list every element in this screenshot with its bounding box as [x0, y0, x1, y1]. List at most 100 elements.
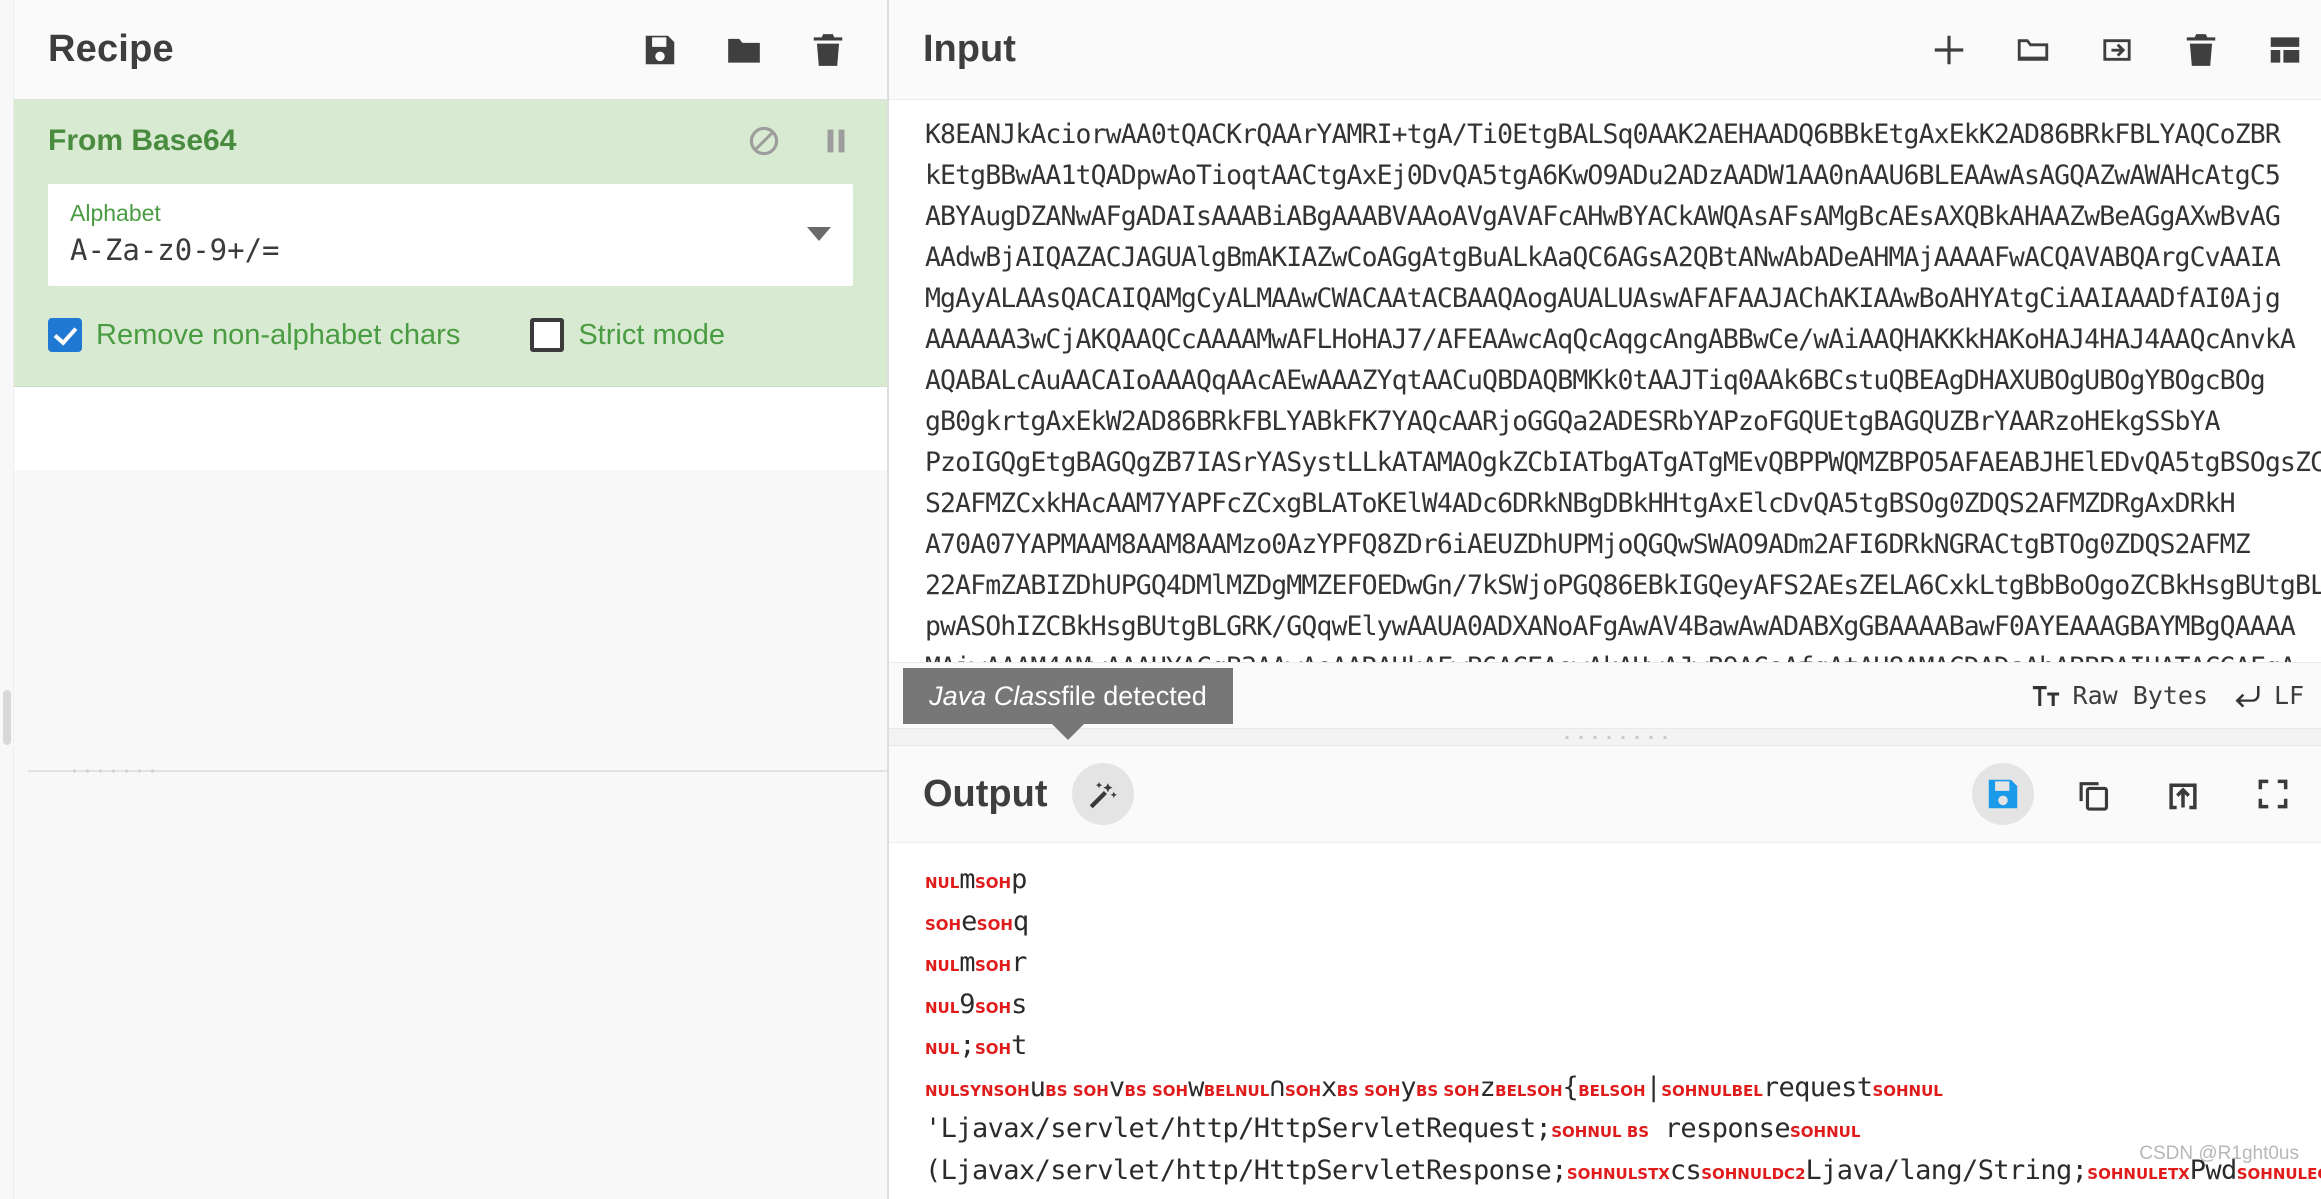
copy-output-icon[interactable] — [2062, 763, 2124, 825]
output-text: v — [1108, 1071, 1125, 1103]
output-line: (Ljavax/servlet/http/HttpServletResponse… — [925, 1152, 2321, 1199]
output-text: cs — [1669, 1154, 1702, 1186]
output-text: x — [1321, 1071, 1337, 1103]
operation-name: From Base64 — [48, 124, 237, 157]
control-char-badge: NUL — [925, 1040, 960, 1058]
alphabet-argument-inner: Alphabet A-Za-z0-9+/= — [70, 198, 795, 270]
output-textarea[interactable]: NULmSOHp SOHeSOHq NULmSOHr NUL9SOHs NUL;SOHt… — [889, 842, 2321, 1199]
output-text: (Ljavax/servlet/http/HttpServletResponse… — [925, 1154, 1567, 1186]
control-char-badge: SOHNUL BS — [1551, 1123, 1650, 1141]
output-content[interactable]: NULmSOHp SOHeSOHq NULmSOHr NUL9SOHs NUL;SOHt… — [889, 843, 2321, 1199]
load-recipe-icon[interactable] — [725, 31, 763, 69]
output-text: u — [1029, 1071, 1046, 1103]
bake-to-input-icon[interactable] — [2152, 763, 2214, 825]
open-folder-icon[interactable] — [2014, 31, 2052, 69]
output-text: Ljava/lang/String; — [1805, 1154, 2088, 1186]
control-char-badge: BELSOH — [1495, 1081, 1563, 1100]
operation-checkboxes: Remove non-alphabet chars Strict mode — [48, 318, 853, 353]
remove-non-alphabet-chars-label: Remove non-alphabet chars — [96, 318, 461, 351]
watermark: CSDN @R1ght0us — [2139, 1143, 2299, 1164]
open-input-icon[interactable] — [2098, 31, 2136, 69]
control-char-badge: BELSOH — [1578, 1081, 1646, 1100]
strict-mode-checkbox[interactable]: Strict mode — [530, 318, 725, 353]
output-text: r — [1011, 947, 1027, 978]
control-char-badge: NUL — [925, 957, 960, 975]
input-content[interactable]: K8EANJkAciorwAA0tQACKrQAArYAMRI+tgA/Ti0E… — [889, 100, 2321, 662]
input-line-ending[interactable]: LF — [2232, 681, 2304, 711]
control-char-badge: BS SOH — [1415, 1081, 1480, 1100]
input-tabs-layout-icon[interactable] — [2266, 31, 2304, 69]
output-line: SOHeSOHq — [925, 903, 2321, 945]
recipe-header-icons — [641, 31, 847, 69]
file-type-tooltip: Java Class file detected — [903, 668, 1233, 724]
control-char-badge: NUL — [925, 998, 960, 1017]
add-input-icon[interactable] — [1930, 31, 1968, 69]
remove-non-alphabet-chars-checkbox[interactable]: Remove non-alphabet chars — [48, 318, 461, 353]
control-char-badge: SOH — [974, 998, 1012, 1017]
control-char-badge: SOH — [974, 874, 1012, 892]
save-recipe-icon[interactable] — [641, 31, 679, 69]
control-char-badge: BS SOH — [1124, 1081, 1189, 1100]
text-size-icon — [2031, 681, 2061, 711]
save-output-icon[interactable] — [1972, 763, 2035, 825]
maximise-output-icon[interactable] — [2242, 763, 2304, 825]
page-scroll-rail[interactable] — [0, 0, 14, 1199]
clear-input-icon[interactable] — [2182, 31, 2220, 69]
chevron-down-icon[interactable] — [807, 227, 831, 242]
recipe-splitter-grip[interactable] — [68, 767, 158, 775]
output-text: request — [1762, 1071, 1873, 1103]
operation-controls — [747, 124, 853, 158]
recipe-empty-area[interactable] — [14, 470, 887, 1199]
recipe-splitter[interactable] — [28, 767, 887, 775]
operation-titlebar: From Base64 — [48, 124, 853, 158]
output-header-icons — [1972, 763, 2304, 825]
input-textarea[interactable]: K8EANJkAciorwAA0tQACKrQAArYAMRI+tgA/Ti0E… — [889, 100, 2321, 662]
output-text: e — [961, 905, 977, 937]
control-char-badge: NUL — [925, 874, 960, 892]
output-text: t — [1011, 1030, 1027, 1061]
tooltip-emphasis: Java Class — [929, 680, 1062, 711]
alphabet-input[interactable]: A-Za-z0-9+/= — [70, 231, 795, 270]
output-text: y — [1400, 1071, 1416, 1103]
output-text: ∩ — [1269, 1071, 1285, 1103]
disable-icon[interactable] — [747, 124, 781, 158]
io-column: Input K8EANJkAciorwAA0tQACKrQAArYAMRI+tg… — [889, 0, 2321, 1199]
control-char-badge: SOH — [974, 957, 1012, 975]
recipe-header: Recipe — [14, 0, 887, 100]
output-line: NUL9SOHs — [925, 986, 2321, 1028]
control-char-badge: SOH — [1284, 1081, 1322, 1100]
recipe-operation-from-base64[interactable]: From Base64 Alphabet A-Za-z0-9+/= Remove… — [14, 100, 887, 388]
io-splitter[interactable] — [889, 728, 2321, 746]
input-character-encoding[interactable]: Raw Bytes — [2031, 681, 2208, 711]
control-char-badge: SOHNULDC2 — [1701, 1164, 1806, 1183]
checkbox-checked-box[interactable] — [48, 318, 82, 353]
pause-icon[interactable] — [819, 124, 853, 158]
input-line-ending-label: LF — [2274, 681, 2305, 710]
output-title: Output — [923, 772, 1048, 815]
output-text: m — [959, 947, 975, 978]
input-status-right: Raw Bytes LF — [2031, 681, 2304, 711]
output-text: | — [1645, 1071, 1662, 1103]
output-text: z — [1479, 1071, 1496, 1103]
alphabet-argument[interactable]: Alphabet A-Za-z0-9+/= — [48, 184, 853, 287]
checkbox-unchecked-box[interactable] — [530, 318, 565, 353]
output-line: NULmSOHr — [925, 944, 2321, 986]
control-char-badge: SOHNUL — [1872, 1081, 1943, 1100]
output-text: m — [959, 864, 975, 895]
output-text: q — [1012, 905, 1029, 937]
control-char-badge: SOHNULBEL — [1661, 1081, 1763, 1100]
magic-wand-icon[interactable] — [1071, 763, 1134, 825]
control-char-badge: SOH — [974, 1040, 1012, 1058]
output-line: NULmSOHp — [925, 861, 2321, 903]
output-line: 'Ljavax/servlet/http/HttpServletRequest;… — [925, 1110, 2321, 1152]
alphabet-label: Alphabet — [70, 200, 161, 226]
recipe-title: Recipe — [48, 28, 174, 70]
io-splitter-grip[interactable] — [1559, 734, 1670, 741]
control-char-badge: SOH — [976, 915, 1013, 934]
page-scroll-thumb[interactable] — [3, 690, 11, 745]
output-text: p — [1011, 864, 1027, 895]
output-text: response — [1649, 1113, 1791, 1144]
strict-mode-label: Strict mode — [578, 318, 725, 351]
cyberchef-window: Recipe From Base64 Alphabet A-Za-z0-9+/=… — [0, 0, 2321, 1199]
clear-recipe-icon[interactable] — [809, 31, 847, 69]
